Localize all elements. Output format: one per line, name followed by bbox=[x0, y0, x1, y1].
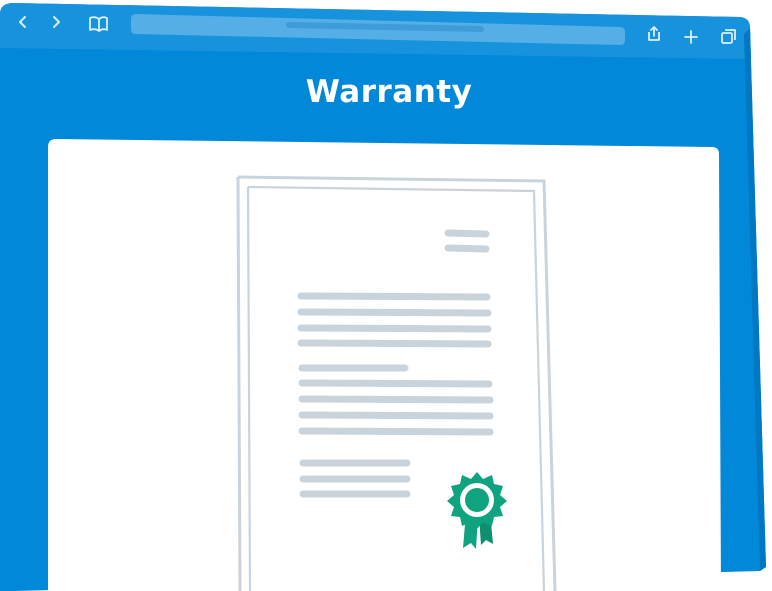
certificate-outer-border-left bbox=[236, 176, 242, 591]
certificate-paragraph-1 bbox=[297, 292, 492, 348]
certificate-signature-lines bbox=[299, 459, 411, 498]
certificate-paragraph-2 bbox=[298, 364, 494, 436]
stage: Warranty bbox=[0, 0, 772, 591]
certificate-inner-border-left bbox=[246, 186, 252, 591]
warranty-certificate bbox=[236, 175, 557, 591]
award-rosette-icon bbox=[447, 472, 507, 549]
browser-window: Warranty bbox=[0, 0, 772, 591]
certificate-inner-border bbox=[247, 185, 546, 591]
certificate-header-lines bbox=[444, 229, 490, 253]
